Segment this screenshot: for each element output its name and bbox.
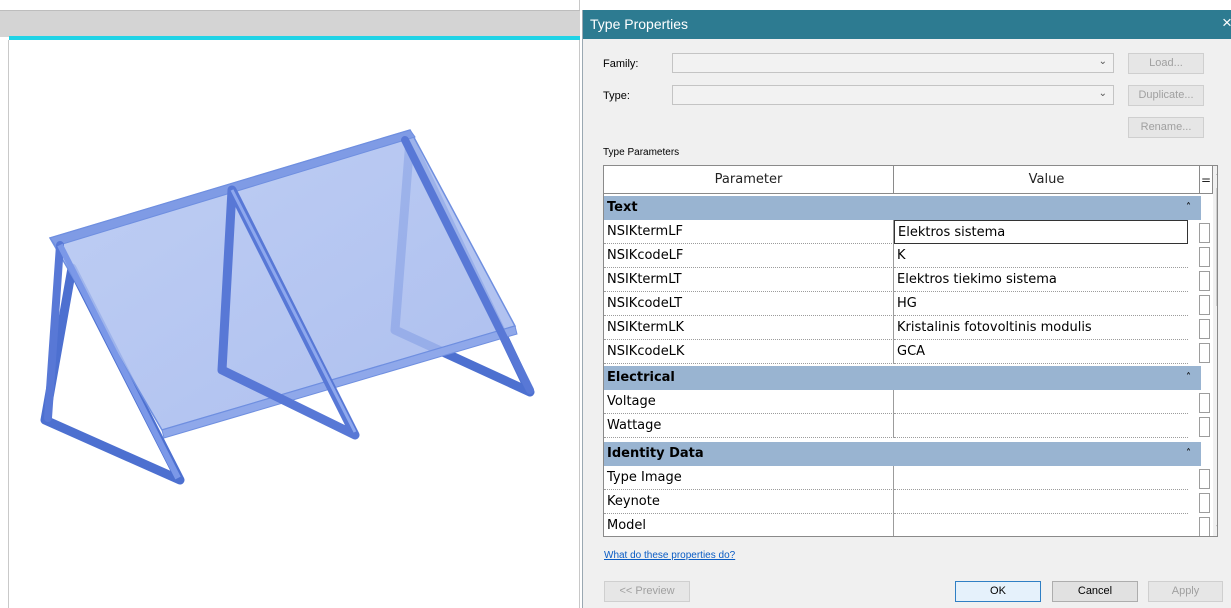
value-cell[interactable]: Kristalinis fotovoltinis modulis: [894, 316, 1188, 340]
value-cell[interactable]: [894, 390, 1188, 414]
table-row[interactable]: NSIKtermLF Elektros sistema: [604, 220, 1210, 244]
table-row[interactable]: NSIKtermLT Elektros tiekimo sistema: [604, 268, 1210, 292]
table-row[interactable]: NSIKcodeLK GCA: [604, 340, 1210, 364]
table-row[interactable]: Type Image: [604, 466, 1210, 490]
3d-viewport[interactable]: [0, 0, 580, 608]
group-header-electrical[interactable]: Electrical ˄: [604, 366, 1201, 390]
rename-button[interactable]: Rename...: [1128, 117, 1204, 138]
duplicate-button[interactable]: Duplicate...: [1128, 85, 1204, 106]
vertical-scrollbar[interactable]: ˄ ˅: [1213, 166, 1217, 536]
group-title: Electrical: [607, 370, 675, 385]
column-header-formula[interactable]: =: [1200, 166, 1213, 194]
formula-button[interactable]: [1199, 247, 1210, 267]
solar-panel-model: [40, 129, 535, 485]
value-cell[interactable]: [894, 466, 1188, 490]
formula-button[interactable]: [1199, 493, 1210, 513]
group-title: Text: [607, 200, 638, 215]
type-dropdown[interactable]: ⌄: [672, 85, 1114, 105]
value-cell[interactable]: GCA: [894, 340, 1188, 364]
parameter-cell: Model: [604, 514, 894, 536]
formula-button[interactable]: [1199, 319, 1210, 339]
parameter-cell: NSIKcodeLF: [604, 244, 894, 268]
type-parameters-grid: Parameter Value = Text ˄ NSIKtermLF Elek…: [603, 165, 1218, 537]
scroll-down-icon[interactable]: ˅: [1216, 523, 1217, 534]
apply-button[interactable]: Apply: [1148, 581, 1223, 602]
chevron-down-icon: ⌄: [1098, 56, 1107, 67]
table-row[interactable]: Voltage: [604, 390, 1210, 414]
table-row[interactable]: Model: [604, 514, 1210, 536]
parameter-cell: NSIKcodeLT: [604, 292, 894, 316]
close-icon[interactable]: ×: [1222, 13, 1231, 33]
type-properties-dialog: Type Properties × Family: ⌄ Load... Type…: [582, 10, 1231, 608]
cancel-button[interactable]: Cancel: [1052, 581, 1138, 602]
table-row[interactable]: NSIKtermLK Kristalinis fotovoltinis modu…: [604, 316, 1210, 340]
parameter-cell: Voltage: [604, 390, 894, 414]
parameter-cell: Wattage: [604, 414, 894, 438]
parameter-cell: NSIKtermLF: [604, 220, 894, 244]
value-cell[interactable]: [894, 490, 1188, 514]
load-button[interactable]: Load...: [1128, 53, 1204, 74]
table-row[interactable]: NSIKcodeLF K: [604, 244, 1210, 268]
preview-button[interactable]: << Preview: [604, 581, 690, 602]
group-title: Identity Data: [607, 446, 704, 461]
parameter-cell: NSIKtermLK: [604, 316, 894, 340]
column-header-parameter[interactable]: Parameter: [604, 166, 894, 194]
value-cell[interactable]: [894, 414, 1188, 438]
formula-button[interactable]: [1199, 393, 1210, 413]
value-cell[interactable]: K: [894, 244, 1188, 268]
formula-button[interactable]: [1199, 517, 1210, 536]
value-cell[interactable]: Elektros sistema: [894, 220, 1188, 244]
group-header-text[interactable]: Text ˄: [604, 196, 1201, 220]
table-row[interactable]: NSIKcodeLT HG: [604, 292, 1210, 316]
ok-button[interactable]: OK: [955, 581, 1041, 602]
help-link[interactable]: What do these properties do?: [604, 550, 735, 561]
value-cell[interactable]: HG: [894, 292, 1188, 316]
type-label: Type:: [603, 90, 630, 102]
formula-button[interactable]: [1199, 295, 1210, 315]
formula-button[interactable]: [1199, 469, 1210, 489]
group-header-identity-data[interactable]: Identity Data ˄: [604, 442, 1201, 466]
scroll-thumb[interactable]: [1216, 188, 1217, 306]
parameter-cell: NSIKcodeLK: [604, 340, 894, 364]
parameter-cell: Keynote: [604, 490, 894, 514]
family-dropdown[interactable]: ⌄: [672, 53, 1114, 73]
formula-button[interactable]: [1199, 271, 1210, 291]
family-label: Family:: [603, 58, 639, 70]
formula-button[interactable]: [1199, 417, 1210, 437]
collapse-icon[interactable]: ˄: [1186, 442, 1191, 466]
table-row[interactable]: Wattage: [604, 414, 1210, 438]
column-header-value[interactable]: Value: [894, 166, 1200, 194]
collapse-icon[interactable]: ˄: [1186, 196, 1191, 220]
parameter-cell: NSIKtermLT: [604, 268, 894, 292]
parameter-cell: Type Image: [604, 466, 894, 490]
collapse-icon[interactable]: ˄: [1186, 366, 1191, 390]
scroll-up-icon[interactable]: ˄: [1216, 168, 1217, 179]
type-parameters-label: Type Parameters: [603, 147, 680, 158]
formula-button[interactable]: [1199, 223, 1210, 243]
table-row[interactable]: Keynote: [604, 490, 1210, 514]
chevron-down-icon: ⌄: [1098, 88, 1107, 99]
dialog-title-bar[interactable]: Type Properties ×: [583, 10, 1231, 39]
dialog-title: Type Properties: [590, 16, 689, 32]
value-cell[interactable]: Elektros tiekimo sistema: [894, 268, 1188, 292]
value-cell[interactable]: [894, 514, 1188, 536]
formula-button[interactable]: [1199, 343, 1210, 363]
